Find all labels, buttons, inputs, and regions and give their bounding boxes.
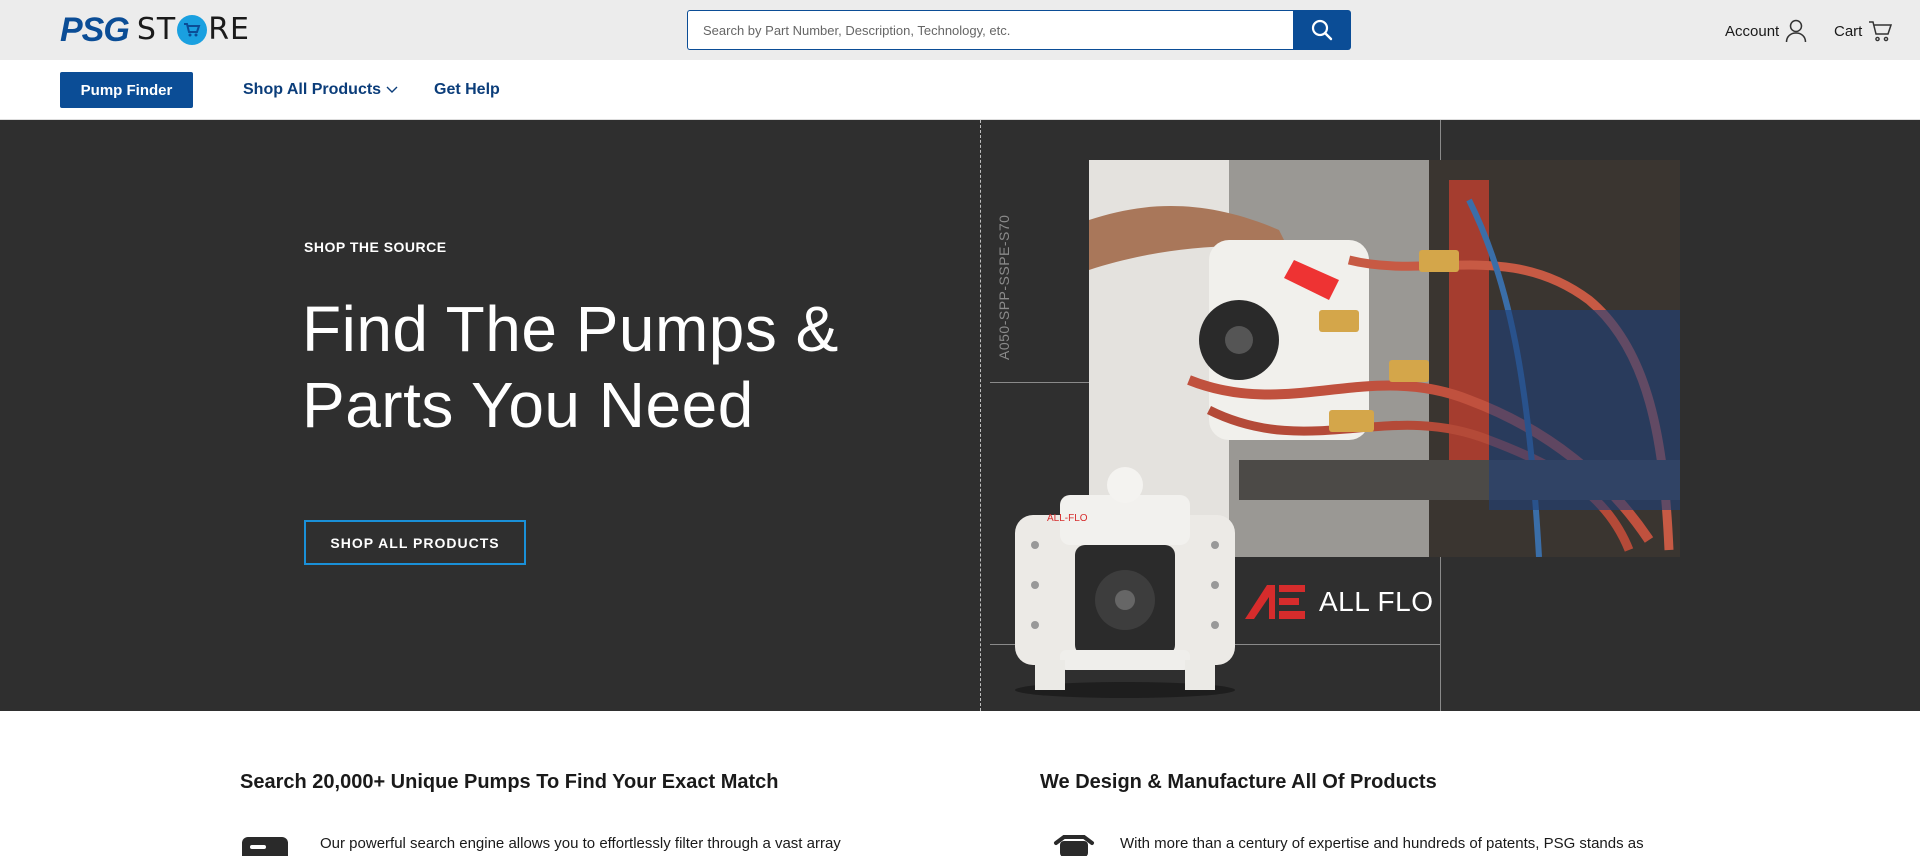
nav-get-help[interactable]: Get Help	[434, 60, 500, 120]
nav-shop-all-products[interactable]: Shop All Products	[243, 60, 398, 120]
cart-label: Cart	[1834, 22, 1863, 40]
feature-title-search: Search 20,000+ Unique Pumps To Find Your…	[240, 771, 779, 793]
model-code-label: A050-SPP-SSPE-S70	[996, 214, 1012, 360]
pump-product-image: ALL-FLO	[1005, 455, 1245, 700]
hero-title: Find The Pumps & Parts You Need	[302, 291, 902, 443]
feature-text-manufacture: With more than a century of expertise an…	[1120, 835, 1644, 852]
user-icon	[1785, 19, 1807, 43]
top-bar: PSG ST RE Account Cart	[0, 0, 1920, 60]
feature-title-manufacture: We Design & Manufacture All Of Products	[1040, 771, 1437, 793]
account-link[interactable]: Account	[1725, 19, 1807, 43]
search-button[interactable]	[1293, 10, 1351, 50]
nav-shop-all-label: Shop All Products	[243, 81, 382, 98]
logo-store-part-a: ST	[136, 12, 177, 47]
search-engine-icon	[240, 835, 290, 861]
search-bar	[687, 10, 1351, 50]
allflo-logo-icon	[1245, 585, 1305, 619]
hero-title-line1: Find The Pumps &	[302, 293, 839, 365]
hero-eyebrow: SHOP THE SOURCE	[304, 239, 447, 255]
cart-link[interactable]: Cart	[1834, 19, 1893, 43]
chevron-down-icon	[386, 86, 398, 93]
search-icon	[1311, 19, 1333, 41]
hero-banner: SHOP THE SOURCE Find The Pumps & Parts Y…	[0, 120, 1920, 711]
main-nav: Pump Finder Shop All Products Get Help	[0, 60, 1920, 120]
horizontal-rule-upper	[990, 382, 1090, 383]
account-label: Account	[1725, 22, 1780, 40]
logo-psg-text: PSG	[60, 11, 130, 49]
search-input[interactable]	[687, 10, 1293, 50]
allflo-brand-text: ALL FLO	[1319, 586, 1434, 617]
logo-cart-icon	[177, 15, 208, 45]
shop-all-products-button[interactable]: SHOP ALL PRODUCTS	[304, 520, 526, 565]
feature-text-search: Our powerful search engine allows you to…	[320, 835, 841, 852]
cart-icon	[1869, 21, 1893, 42]
pump-brand-label: ALL-FLO	[1047, 513, 1088, 524]
allflo-brand-mark: ALL FLO	[1245, 585, 1434, 619]
logo-store-text: ST RE	[137, 12, 250, 48]
pump-icon	[1052, 835, 1096, 861]
hero-title-line2: Parts You Need	[302, 369, 754, 441]
logo-store-part-b: RE	[208, 12, 250, 47]
psg-store-logo[interactable]: PSG ST RE	[60, 12, 250, 48]
dashed-divider	[980, 120, 981, 711]
pump-finder-button[interactable]: Pump Finder	[60, 72, 193, 108]
